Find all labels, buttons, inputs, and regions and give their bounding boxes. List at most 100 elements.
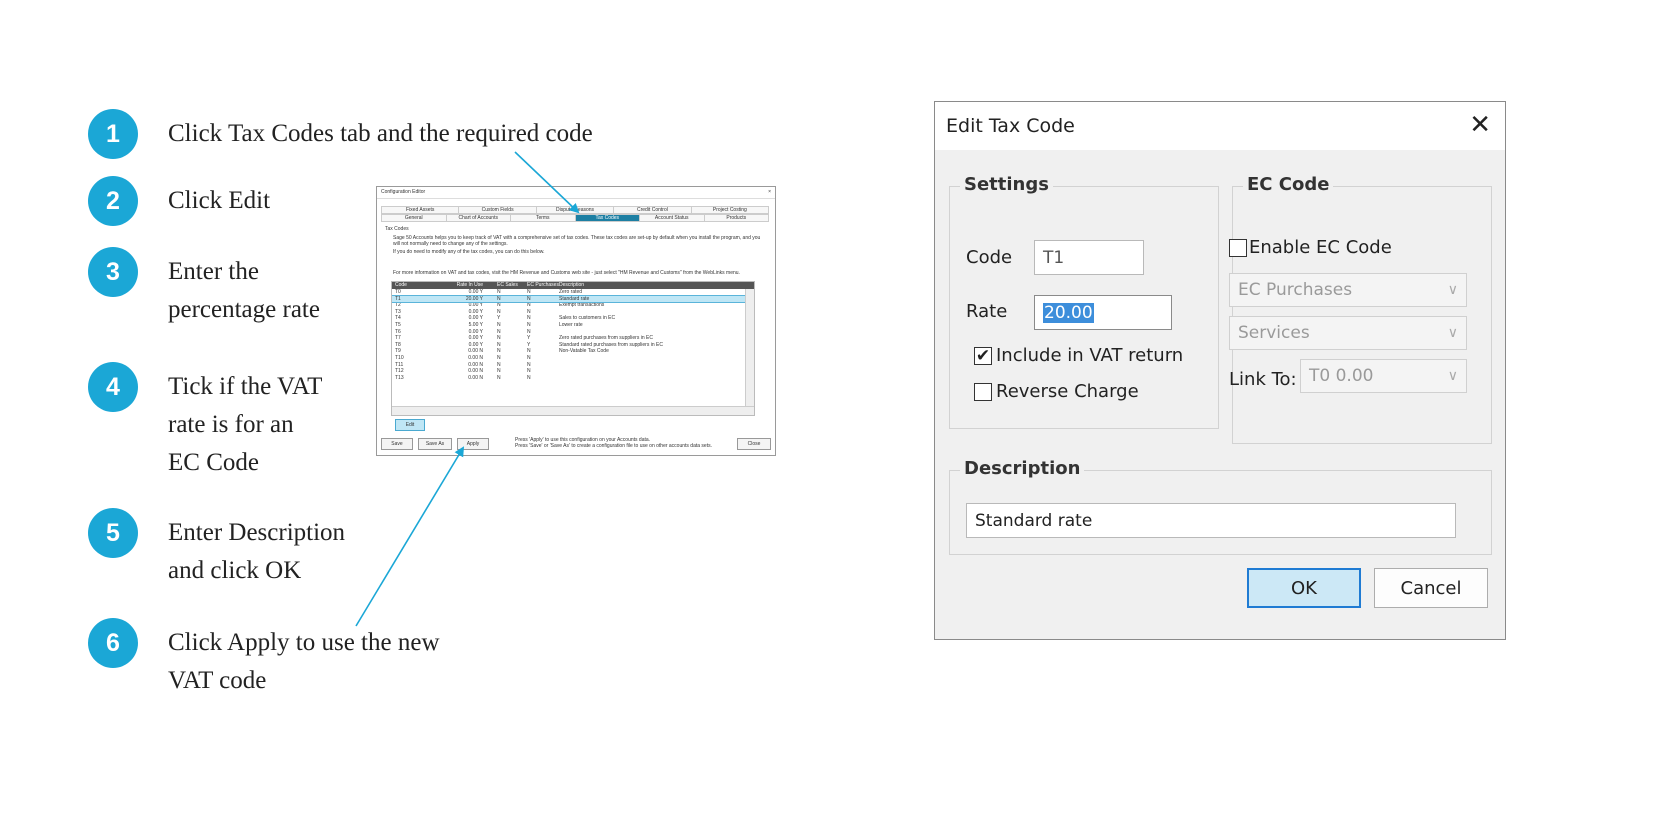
ec-code-group: EC Code [1232, 174, 1492, 444]
table-cell: Y [497, 315, 501, 322]
table-cell: T11 [395, 361, 404, 368]
tab-row-bottom: General Chart of Accounts Terms Tax Code… [381, 214, 769, 222]
window-titlebar: Configuration Editor × [377, 187, 775, 199]
table-row[interactable]: T5 5.00 Y N N Lower rate [392, 322, 754, 329]
modify-text: If you do need to modify any of the tax … [393, 249, 545, 255]
table-cell: T4 [395, 315, 401, 322]
vertical-scrollbar[interactable] [745, 289, 754, 407]
table-cell: 0.00 Y [468, 308, 483, 315]
table-row[interactable]: T12 0.00 N N N [392, 368, 754, 375]
table-row[interactable]: T3 0.00 Y N N [392, 309, 754, 316]
description-field[interactable]: Standard rate [966, 503, 1456, 538]
enable-ec-code-label[interactable]: Enable EC Code [1249, 237, 1392, 258]
step-number-badge: 1 [88, 109, 138, 159]
step-text: Enter the percentage rate [168, 258, 320, 323]
save-button[interactable]: Save [381, 438, 413, 450]
column-header[interactable]: EC Purchases [523, 282, 559, 289]
table-row[interactable]: T7 0.00 Y N Y Zero rated purchases from supp… [392, 335, 754, 342]
table-cell: 0.00 N [468, 368, 483, 375]
tab-dispute-reasons[interactable]: Dispute Reasons [535, 206, 614, 214]
enable-ec-code-checkbox[interactable] [1229, 239, 1247, 257]
table-cell: T10 [395, 354, 404, 361]
include-vat-label[interactable]: Include in VAT return [996, 345, 1183, 366]
table-cell: 0.00 N [468, 361, 483, 368]
cancel-button[interactable]: Cancel [1374, 568, 1488, 608]
table-cell: N [527, 361, 531, 368]
step-number-badge: 5 [88, 508, 138, 558]
table-row[interactable]: T8 0.00 Y N Y Standard rated purchases from … [392, 342, 754, 349]
tab-credit-control[interactable]: Credit Control [613, 206, 691, 214]
link-to-value: T0 0.00 [1309, 366, 1374, 386]
save-as-button[interactable]: Save As [418, 438, 452, 450]
ec-type-dropdown[interactable]: EC Purchases ∨ [1229, 273, 1467, 307]
table-row[interactable]: T4 0.00 Y Y N Sales to customers in EC [392, 315, 754, 322]
table-cell: N [527, 374, 531, 381]
table-cell: 0.00 Y [468, 289, 483, 295]
table-cell: N [497, 289, 501, 295]
link-to-label: Link To: [1229, 369, 1297, 390]
step-text: Click Edit [168, 187, 271, 214]
tab-project-costing[interactable]: Project Costing [690, 206, 770, 214]
table-cell: 0.00 Y [468, 341, 483, 348]
description-value: Standard rate [975, 510, 1093, 531]
table-cell: Standard rated purchases from suppliers … [559, 341, 663, 348]
table-cell: T1 [395, 295, 401, 302]
step-text: Click Apply to use the new VAT code [168, 629, 440, 694]
include-vat-checkbox[interactable]: ✔ [974, 347, 992, 365]
table-row[interactable]: T6 0.00 Y N N [392, 329, 754, 336]
reverse-charge-checkbox[interactable] [974, 383, 992, 401]
step-number-badge: 4 [88, 362, 138, 412]
table-cell: T2 [395, 302, 401, 309]
tab-tax-codes[interactable]: Tax Codes [574, 214, 639, 222]
reverse-charge-label[interactable]: Reverse Charge [996, 381, 1139, 402]
table-cell: Lower rate [559, 321, 583, 328]
close-button[interactable]: Close [737, 438, 771, 450]
table-cell: N [527, 321, 531, 328]
close-icon[interactable]: ✕ [1469, 110, 1491, 140]
step-3: 3 Enter the percentage rate [88, 247, 320, 329]
ec-category-dropdown[interactable]: Services ∨ [1229, 316, 1467, 350]
column-header[interactable]: Code [392, 282, 433, 289]
table-row[interactable]: T10 0.00 N N N [392, 355, 754, 362]
table-row[interactable]: T11 0.00 N N N [392, 362, 754, 369]
table-cell: N [497, 302, 501, 309]
footer-text: Press 'Apply' to use this configuration … [515, 437, 715, 449]
step-2: 2 Click Edit [88, 176, 270, 226]
link-to-dropdown[interactable]: T0 0.00 ∨ [1300, 359, 1467, 393]
table-cell: 0.00 N [468, 354, 483, 361]
rate-field[interactable]: 20.00 [1034, 295, 1172, 330]
table-cell [559, 368, 754, 375]
table-cell: Exempt transactions [559, 302, 605, 309]
horizontal-scrollbar[interactable] [392, 406, 754, 415]
chevron-down-icon: ∨ [1447, 368, 1458, 384]
tab-terms[interactable]: Terms [510, 214, 575, 222]
column-header[interactable]: Rate In Use [433, 282, 489, 289]
step-1: 1 Click Tax Codes tab and the required c… [88, 109, 593, 159]
table-row[interactable]: T0 0.00 Y N N Zero rated [392, 289, 754, 296]
code-field[interactable]: T1 [1034, 240, 1144, 275]
tab-general[interactable]: General [381, 214, 446, 222]
table-row[interactable]: T2 0.00 Y N N Exempt transactions [392, 302, 754, 309]
edit-button[interactable]: Edit [395, 419, 425, 431]
ok-button[interactable]: OK [1247, 568, 1361, 608]
table-cell: N [527, 368, 531, 375]
tab-account-status[interactable]: Account Status [639, 214, 704, 222]
tab-products[interactable]: Products [703, 214, 769, 222]
close-icon[interactable]: × [768, 187, 771, 198]
table-cell: N [497, 335, 501, 342]
dialog-title: Edit Tax Code [946, 115, 1075, 137]
table-cell: N [497, 368, 501, 375]
column-header[interactable]: Description [559, 282, 754, 289]
column-header[interactable]: EC Sales [489, 282, 523, 289]
apply-button[interactable]: Apply [457, 438, 489, 450]
table-cell: 0.00 N [468, 374, 483, 381]
tab-custom-fields[interactable]: Custom Fields [458, 206, 536, 214]
rate-label: Rate [966, 301, 1008, 322]
table-row[interactable]: T1 20.00 Y N N Standard rate [392, 294, 754, 304]
table-cell: Standard rate [559, 295, 590, 302]
table-row[interactable]: T13 0.00 N N N [392, 375, 754, 382]
table-row[interactable]: T9 0.00 N N N Non-Vatable Tax Code [392, 348, 754, 355]
tab-chart-of-accounts[interactable]: Chart of Accounts [445, 214, 510, 222]
tab-fixed-assets[interactable]: Fixed Assets [381, 206, 459, 214]
table-cell: N [497, 308, 501, 315]
